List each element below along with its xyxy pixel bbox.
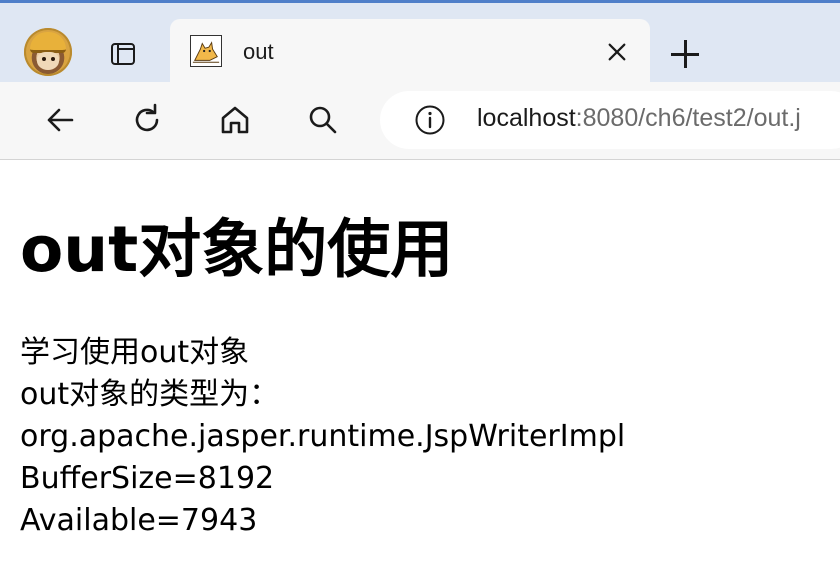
close-icon[interactable] xyxy=(604,39,630,65)
search-icon[interactable] xyxy=(303,100,343,140)
url-path: :8080/ch6/test2/out.j xyxy=(575,104,801,132)
info-icon[interactable] xyxy=(414,104,446,136)
tab-actions-icon[interactable] xyxy=(103,36,143,72)
refresh-icon[interactable] xyxy=(127,100,167,140)
address-bar[interactable]: localhost:8080/ch6/test2/out.j xyxy=(380,91,840,149)
text-line: out对象的类型为： xyxy=(20,377,280,412)
text-line: 学习使用out对象 xyxy=(20,335,250,370)
profile-avatar-icon[interactable] xyxy=(24,28,72,76)
text-line: BufferSize=8192 xyxy=(20,461,275,496)
text-line: org.apache.jasper.runtime.JspWriterImpl xyxy=(20,419,626,454)
tomcat-favicon-icon xyxy=(190,35,222,67)
url-host: localhost xyxy=(477,104,576,132)
toolbar: localhost:8080/ch6/test2/out.j xyxy=(0,82,840,160)
page-content: out对象的使用 学习使用out对象 out对象的类型为： org.apache… xyxy=(20,160,840,572)
page-title: out对象的使用 xyxy=(20,213,454,286)
url-text[interactable]: localhost:8080/ch6/test2/out.j xyxy=(477,104,801,133)
home-icon[interactable] xyxy=(215,100,255,140)
page-text-block: 学习使用out对象 out对象的类型为： org.apache.jasper.r… xyxy=(20,332,625,542)
back-arrow-icon[interactable] xyxy=(40,100,80,140)
plus-icon[interactable] xyxy=(668,37,702,71)
text-line: Available=7943 xyxy=(20,503,258,538)
tab-title: out xyxy=(243,39,274,64)
tab-active[interactable]: out xyxy=(170,19,650,85)
tab-strip: out xyxy=(0,0,840,85)
browser-window: out localhost:8080/ch6/test2/out.j out对象… xyxy=(0,0,840,572)
